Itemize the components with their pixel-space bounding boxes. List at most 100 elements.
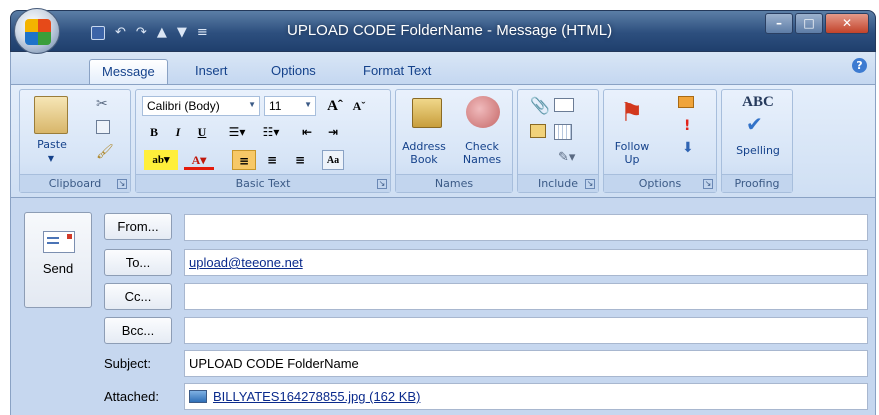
- numbering-icon[interactable]: ☷▾: [256, 122, 286, 142]
- subject-label: Subject:: [104, 356, 151, 371]
- to-recipient[interactable]: upload@teeone.net: [189, 255, 303, 270]
- minimize-button[interactable]: –: [765, 13, 793, 34]
- cut-icon[interactable]: ✂: [96, 96, 108, 112]
- font-dropdown-icon[interactable]: ▼: [248, 100, 256, 109]
- maximize-button[interactable]: □: [795, 13, 823, 34]
- bold-icon[interactable]: B: [144, 122, 164, 142]
- shrink-font-icon[interactable]: Aˇ: [348, 96, 370, 116]
- send-icon: [43, 231, 75, 253]
- options-label: Options: [638, 177, 682, 190]
- address-book-label-1[interactable]: Address: [396, 140, 452, 153]
- office-button[interactable]: [14, 8, 60, 54]
- window-title: UPLOAD CODE FolderName - Message (HTML): [287, 22, 613, 39]
- cc-button[interactable]: Cc...: [104, 283, 172, 310]
- calendar-icon[interactable]: [554, 124, 572, 140]
- to-field[interactable]: upload@teeone.net: [184, 249, 868, 276]
- follow-up-flag-icon[interactable]: ⚑: [620, 98, 643, 128]
- close-button[interactable]: ✕: [825, 13, 869, 34]
- copy-icon[interactable]: [96, 120, 110, 134]
- styles-icon[interactable]: Aa: [322, 150, 344, 170]
- send-button[interactable]: Send: [24, 212, 92, 308]
- categorize-icon[interactable]: [678, 96, 694, 108]
- signature-icon[interactable]: ✎▾: [558, 150, 575, 165]
- paste-dropdown-icon[interactable]: ▼: [46, 152, 56, 165]
- proofing-group: ABC ✔ Spelling Proofing: [721, 89, 793, 193]
- font-size-combo[interactable]: 11 ▼: [264, 96, 316, 116]
- business-card-icon[interactable]: [530, 124, 546, 138]
- format-painter-icon[interactable]: 🖌: [96, 144, 114, 160]
- customize-qat-icon[interactable]: ≡: [197, 25, 208, 41]
- clipboard-launcher-icon[interactable]: ↘: [117, 179, 127, 189]
- clipboard-label: Clipboard: [48, 177, 102, 190]
- quick-access-toolbar: ↶ ↷ ▲ ▼ ≡: [91, 25, 208, 41]
- options-launcher-icon[interactable]: ↘: [703, 179, 713, 189]
- check-names-label-1[interactable]: Check: [454, 140, 510, 153]
- address-book-icon[interactable]: [412, 98, 442, 128]
- include-group-label: Include ↘: [518, 174, 598, 192]
- up-arrow-icon[interactable]: ▲: [157, 25, 167, 41]
- high-importance-icon[interactable]: !: [684, 118, 690, 134]
- save-icon[interactable]: [91, 26, 105, 40]
- attach-file-icon[interactable]: 📎: [530, 96, 550, 115]
- outlook-message-window: ↶ ↷ ▲ ▼ ≡ UPLOAD CODE FolderName - Messa…: [0, 0, 879, 415]
- undo-icon[interactable]: ↶: [115, 25, 126, 41]
- basic-text-group-label: Basic Text ↘: [136, 174, 390, 192]
- address-book-label-2[interactable]: Book: [396, 153, 452, 166]
- ribbon: Paste ▼ ✂ 🖌 Clipboard ↘ Calibri (Body) ▼…: [10, 84, 876, 198]
- redo-icon[interactable]: ↷: [136, 25, 147, 41]
- down-arrow-icon[interactable]: ▼: [177, 25, 187, 41]
- from-field[interactable]: [184, 214, 868, 241]
- ribbon-tabs: Message Insert Options Format Text ?: [10, 52, 876, 84]
- attach-item-icon[interactable]: [554, 98, 574, 112]
- image-file-icon: [189, 390, 207, 403]
- options-group-label: Options ↘: [604, 174, 716, 192]
- font-size-dropdown-icon[interactable]: ▼: [304, 100, 312, 109]
- font-name-combo[interactable]: Calibri (Body) ▼: [142, 96, 260, 116]
- spelling-label[interactable]: Spelling: [726, 144, 790, 157]
- tab-message[interactable]: Message: [89, 59, 168, 84]
- paste-icon[interactable]: [34, 96, 68, 134]
- follow-up-label-1[interactable]: Follow: [606, 140, 658, 153]
- to-button[interactable]: To...: [104, 249, 172, 276]
- font-name-value: Calibri (Body): [147, 99, 220, 113]
- attachment-link[interactable]: BILLYATES164278855.jpg (162 KB): [213, 389, 420, 404]
- font-color-icon[interactable]: A▾: [184, 150, 214, 170]
- check-names-icon[interactable]: [466, 96, 500, 128]
- cc-field[interactable]: [184, 283, 868, 310]
- basic-text-group: Calibri (Body) ▼ 11 ▼ Aˆ Aˇ B I U ☰▾ ☷▾ …: [135, 89, 391, 193]
- align-center-icon[interactable]: ≡: [260, 150, 284, 170]
- attached-field: BILLYATES164278855.jpg (162 KB): [184, 383, 868, 410]
- check-names-label-2[interactable]: Names: [454, 153, 510, 166]
- help-icon[interactable]: ?: [852, 58, 867, 73]
- tab-format-text[interactable]: Format Text: [351, 59, 443, 84]
- office-logo-icon: [25, 19, 51, 45]
- align-right-icon[interactable]: ≡: [288, 150, 312, 170]
- tab-insert[interactable]: Insert: [183, 59, 240, 84]
- grow-font-icon[interactable]: Aˆ: [324, 96, 346, 116]
- from-button[interactable]: From...: [104, 213, 172, 240]
- italic-icon[interactable]: I: [168, 122, 188, 142]
- clipboard-group: Paste ▼ ✂ 🖌 Clipboard ↘: [19, 89, 131, 193]
- align-left-icon[interactable]: ≡: [232, 150, 256, 170]
- basic-text-launcher-icon[interactable]: ↘: [377, 179, 387, 189]
- send-label: Send: [42, 261, 74, 276]
- tab-options[interactable]: Options: [259, 59, 328, 84]
- decrease-indent-icon[interactable]: ⇤: [296, 122, 318, 142]
- low-importance-icon[interactable]: ⬇: [682, 140, 694, 156]
- checkmark-icon: ✔: [746, 112, 763, 136]
- title-bar: ↶ ↷ ▲ ▼ ≡ UPLOAD CODE FolderName - Messa…: [10, 10, 876, 52]
- subject-field[interactable]: UPLOAD CODE FolderName: [184, 350, 868, 377]
- spelling-icon[interactable]: ABC: [726, 95, 790, 110]
- names-group: Address Book Check Names Names: [395, 89, 513, 193]
- attached-label: Attached:: [104, 389, 159, 404]
- bullets-icon[interactable]: ☰▾: [222, 122, 252, 142]
- include-launcher-icon[interactable]: ↘: [585, 179, 595, 189]
- highlight-icon[interactable]: ab▾: [144, 150, 178, 170]
- paste-label[interactable]: Paste: [24, 138, 80, 151]
- follow-up-label-2[interactable]: Up: [606, 153, 658, 166]
- bcc-button[interactable]: Bcc...: [104, 317, 172, 344]
- window-controls: – □ ✕: [765, 13, 869, 34]
- bcc-field[interactable]: [184, 317, 868, 344]
- underline-icon[interactable]: U: [192, 122, 212, 142]
- increase-indent-icon[interactable]: ⇥: [322, 122, 344, 142]
